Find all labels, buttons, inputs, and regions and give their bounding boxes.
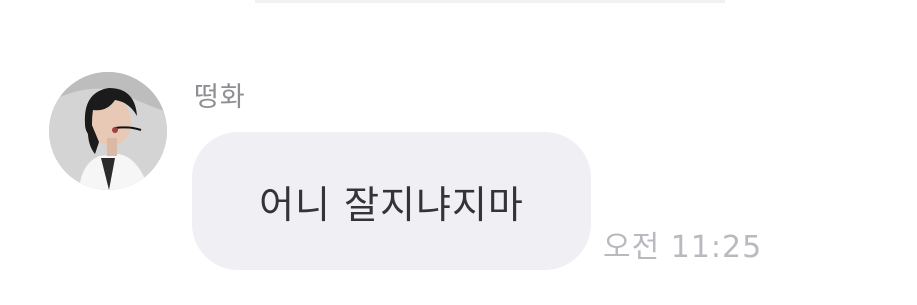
- chat-message-row: 떵화 어니 잘지냐지마 오전 11:25: [0, 0, 917, 305]
- sender-name: 떵화: [194, 82, 246, 113]
- message-bubble[interactable]: 어니 잘지냐지마: [192, 132, 591, 270]
- message-text: 어니 잘지냐지마: [259, 182, 524, 227]
- sender-avatar[interactable]: [49, 72, 167, 190]
- message-timestamp: 오전 11:25: [603, 230, 763, 265]
- profile-photo-icon: [49, 72, 167, 190]
